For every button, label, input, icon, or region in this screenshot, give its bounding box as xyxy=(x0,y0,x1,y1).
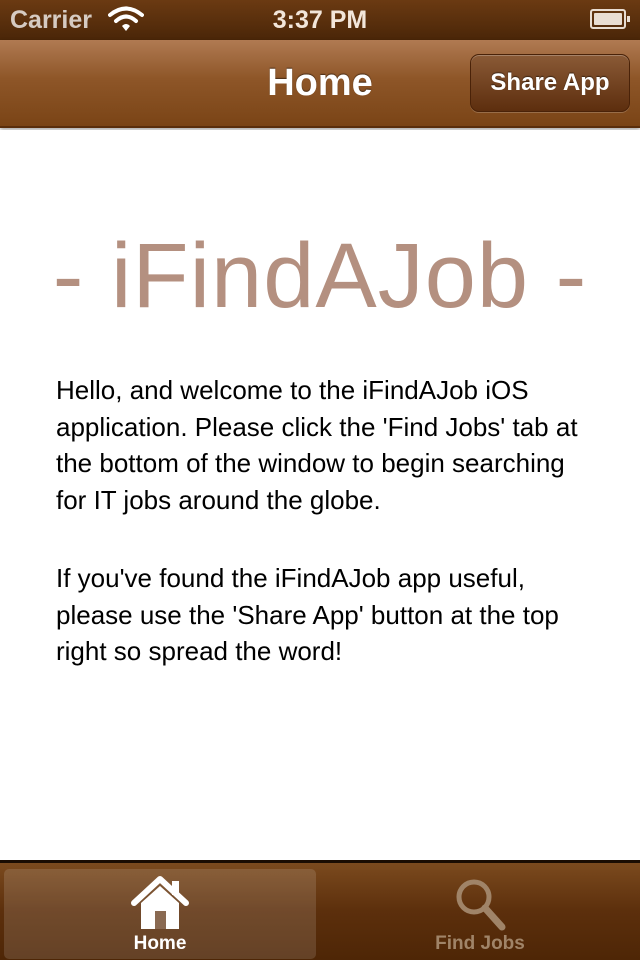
home-content: - iFindAJob - Hello, and welcome to the … xyxy=(0,130,640,860)
screen: Carrier 3:37 PM Home Share App - iFindAJ… xyxy=(0,0,640,960)
share-paragraph: If you've found the iFindAJob app useful… xyxy=(56,563,559,666)
status-bar: Carrier 3:37 PM xyxy=(0,0,640,40)
welcome-paragraph: Hello, and welcome to the iFindAJob iOS … xyxy=(56,375,578,515)
house-icon xyxy=(131,876,189,929)
navigation-bar: Home Share App xyxy=(0,40,640,128)
magnifier-icon xyxy=(456,879,506,931)
tab-find-jobs[interactable]: Find Jobs xyxy=(324,869,636,959)
tab-bar: Home Find Jobs xyxy=(0,860,640,960)
tab-home-label: Home xyxy=(133,933,187,954)
tab-home[interactable]: Home xyxy=(4,869,316,959)
share-app-button[interactable]: Share App xyxy=(470,54,630,112)
battery-icon xyxy=(590,9,630,29)
app-title: - iFindAJob - xyxy=(52,225,588,327)
tab-find-jobs-label: Find Jobs xyxy=(435,933,525,954)
status-time: 3:37 PM xyxy=(272,6,368,34)
